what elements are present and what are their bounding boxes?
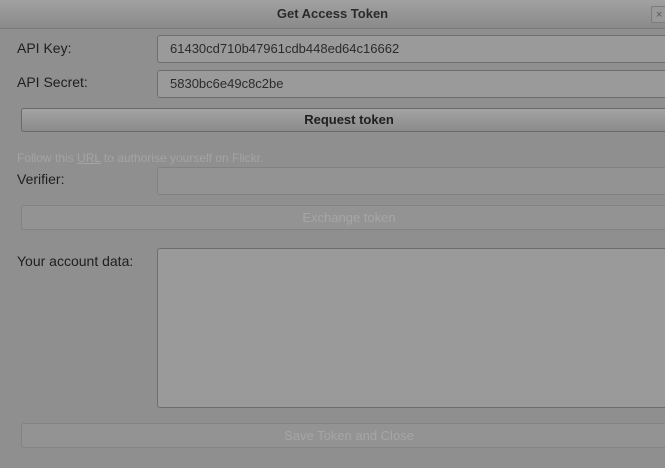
api-key-label: API Key: xyxy=(17,40,72,56)
account-data-label: Your account data: xyxy=(17,253,134,269)
authorise-hint: Follow this URL to authorise yourself on… xyxy=(17,151,263,165)
api-secret-field[interactable]: 5830bc6e49c8c2be xyxy=(157,70,665,98)
api-secret-label: API Secret: xyxy=(17,74,88,90)
dialog-title: Get Access Token xyxy=(276,6,389,21)
verifier-label: Verifier: xyxy=(17,171,65,187)
hint-text-after: to authorise yourself on Flickr. xyxy=(100,151,264,165)
access-token-dialog: Get Access Token × API Key: 61430cd710b4… xyxy=(0,0,665,468)
close-icon[interactable]: × xyxy=(651,6,665,23)
authorise-url-link[interactable]: URL xyxy=(77,151,101,165)
save-token-button[interactable]: Save Token and Close xyxy=(21,423,665,448)
api-key-field[interactable]: 61430cd710b47961cdb448ed64c16662 xyxy=(157,35,665,63)
hint-text-before: Follow this xyxy=(17,151,78,165)
title-bar[interactable]: Get Access Token × xyxy=(0,0,665,29)
request-token-button[interactable]: Request token xyxy=(21,108,665,132)
verifier-field[interactable] xyxy=(157,167,665,195)
exchange-token-button[interactable]: Exchange token xyxy=(21,205,665,230)
account-data-textarea[interactable] xyxy=(157,248,665,408)
